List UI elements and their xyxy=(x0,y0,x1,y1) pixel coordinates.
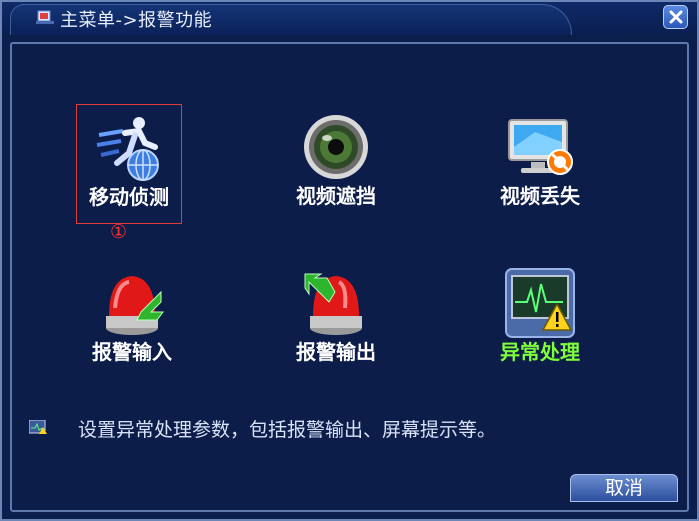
menu-item-abnormality[interactable]: 异常处理 xyxy=(470,260,610,380)
menu-item-label: 异常处理 xyxy=(500,340,580,364)
alarm-output-icon xyxy=(304,273,362,335)
video-blind-icon xyxy=(304,115,368,179)
alarm-input-icon xyxy=(106,276,164,335)
menu-item-label: 移动侦测 xyxy=(89,185,169,209)
alarm-function-window: 主菜单->报警功能 移动侦测 视频遮挡 视频丢失 ① 报警输入 报警输出 异常处… xyxy=(0,0,699,521)
hint-text: 设置异常处理参数，包括报警输出、屏幕提示等。 xyxy=(78,419,497,441)
abnormality-icon xyxy=(505,268,575,338)
menu-item-alarm-input[interactable]: 报警输入 xyxy=(62,260,202,380)
cancel-button[interactable]: 取消 xyxy=(570,474,678,502)
menu-item-alarm-output[interactable]: 报警输出 xyxy=(266,260,406,380)
title-bar: 主菜单->报警功能 xyxy=(2,2,697,35)
menu-item-video-blind[interactable]: 视频遮挡 xyxy=(266,104,406,224)
abnormality-small-icon xyxy=(29,420,47,434)
app-icon xyxy=(36,10,54,24)
video-loss-icon xyxy=(508,119,573,175)
menu-item-label: 视频遮挡 xyxy=(296,184,376,208)
close-icon xyxy=(669,10,683,24)
step-marker: ① xyxy=(110,221,128,243)
menu-item-label: 视频丢失 xyxy=(500,184,580,208)
menu-item-label: 报警输入 xyxy=(92,340,172,364)
menu-item-video-loss[interactable]: 视频丢失 xyxy=(470,104,610,224)
menu-item-motion-detect[interactable]: 移动侦测 xyxy=(76,104,182,224)
close-button[interactable] xyxy=(663,5,688,29)
window-title: 主菜单->报警功能 xyxy=(60,10,213,31)
motion-detect-icon xyxy=(96,117,159,181)
menu-item-label: 报警输出 xyxy=(296,340,376,364)
